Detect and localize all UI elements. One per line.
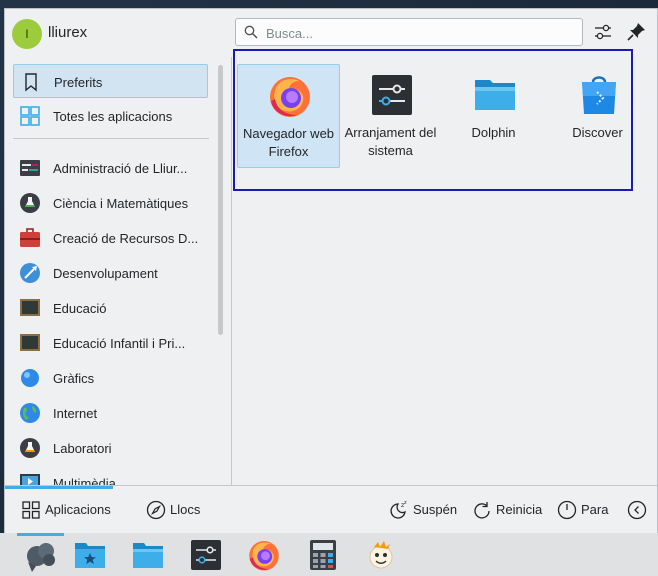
favorite-system-settings[interactable]: Arranjament del sistema: [340, 64, 443, 168]
folder-icon: [475, 80, 515, 110]
favorite-label: Arranjament del sistema: [344, 125, 437, 158]
chevron-left-icon: [627, 500, 647, 520]
search-input[interactable]: [264, 21, 568, 45]
lab-icon: [20, 438, 40, 458]
more-options-button[interactable]: [627, 498, 649, 522]
power-icon: [557, 500, 577, 520]
toolbox-icon: [20, 228, 40, 247]
lliurex-launcher-icon: [27, 543, 55, 572]
sidebar-item-internet[interactable]: Internet: [13, 396, 208, 430]
active-task-indicator: [17, 533, 64, 536]
taskbar-mascot-app[interactable]: [364, 538, 398, 572]
chalkboard-icon: [20, 334, 40, 351]
globe-icon: [20, 403, 40, 423]
taskbar-system-settings[interactable]: [189, 538, 223, 572]
sidebar-separator: [13, 138, 209, 139]
favorites-grid: Navegador web Firefox Arranjament del si…: [233, 49, 637, 197]
sidebar-item-ciencia[interactable]: Ciència i Matemàtiques: [13, 186, 208, 220]
taskbar: [0, 533, 658, 576]
pin-button[interactable]: [624, 20, 648, 44]
sidebar-item-preferits[interactable]: Preferits: [13, 64, 208, 98]
sidebar-item-creacio[interactable]: Creació de Recursos D...: [13, 221, 208, 255]
firefox-icon: [249, 540, 279, 571]
sidebar-item-label: Desenvolupament: [53, 266, 158, 281]
category-sidebar: Preferits Totes les aplicacions Administ…: [5, 57, 227, 485]
calculator-icon: [310, 540, 336, 570]
sidebar-item-multimedia[interactable]: Multimèdia: [13, 466, 208, 485]
grid-apps-icon: [22, 501, 40, 519]
files-folder-icon: [133, 543, 163, 568]
tab-places-label: Llocs: [170, 502, 201, 517]
taskbar-favorites-folder[interactable]: [73, 538, 107, 572]
launcher-footer: Aplicacions Llocs z z Suspén Reinicia Pa…: [5, 485, 657, 534]
taskbar-launcher[interactable]: [24, 538, 58, 572]
chalkboard-icon: [20, 299, 40, 316]
taskbar-firefox[interactable]: [247, 538, 281, 572]
sidebar-item-label: Preferits: [54, 75, 103, 90]
sidebar-item-label: Laboratori: [53, 441, 112, 456]
tab-places[interactable]: Llocs: [146, 498, 211, 522]
favorite-label: Navegador web Firefox: [242, 126, 335, 159]
sidebar-item-label: Educació: [53, 301, 107, 316]
sidebar-item-label: Internet: [53, 406, 98, 421]
restart-icon: [474, 502, 490, 519]
mascot-icon: [369, 541, 393, 569]
user-avatar[interactable]: l: [12, 19, 42, 49]
sidebar-item-administracio[interactable]: Administració de Lliur...: [13, 151, 208, 185]
sidebar-scrollbar[interactable]: [218, 65, 223, 335]
sidebar-item-label: Ciència i Matemàtiques: [53, 196, 189, 211]
taskbar-calculator[interactable]: [306, 538, 340, 572]
shutdown-button[interactable]: Para: [557, 498, 611, 522]
suspend-button[interactable]: z z Suspén: [389, 498, 461, 522]
compass-icon: [146, 500, 166, 520]
username-label: lliurex: [48, 24, 88, 41]
favorite-discover[interactable]: Discover: [547, 64, 650, 168]
multimedia-icon: [20, 474, 40, 485]
sidebar-item-label: Creació de Recursos D...: [53, 231, 199, 246]
favorites-folder-icon: [75, 543, 105, 568]
restart-button[interactable]: Reinicia: [472, 498, 546, 522]
search-icon: [244, 25, 258, 39]
sidebar-item-laboratori[interactable]: Laboratori: [13, 431, 208, 465]
suspend-label: Suspén: [413, 502, 458, 517]
sidebar-item-label: Administració de Lliur...: [53, 161, 188, 176]
sidebar-item-grafics[interactable]: Gràfics: [13, 361, 208, 395]
sidebar-item-educacio-infantil[interactable]: Educació Infantil i Pri...: [13, 326, 208, 360]
flask-icon: [20, 193, 40, 213]
favorite-dolphin[interactable]: Dolphin: [443, 64, 546, 168]
pin-icon: [627, 23, 645, 41]
svg-text:z: z: [404, 500, 407, 506]
sidebar-item-label: Multimèdia: [53, 476, 116, 485]
favorite-label: Discover: [572, 125, 623, 140]
restart-label: Reinicia: [496, 502, 543, 517]
sidebar-item-educacio[interactable]: Educació: [13, 291, 208, 325]
configure-button[interactable]: [591, 20, 615, 44]
active-tab-indicator: [5, 486, 113, 489]
suspend-moon-icon: z z: [390, 500, 407, 519]
sidebar-item-label: Gràfics: [53, 371, 95, 386]
sidebar-item-label: Totes les aplicacions: [53, 109, 173, 124]
bookmark-icon: [25, 73, 37, 92]
firefox-icon: [270, 77, 310, 117]
sidebar-item-all-apps[interactable]: Totes les aplicacions: [13, 99, 208, 133]
discover-icon: [582, 76, 616, 114]
configure-icon: [595, 24, 611, 40]
system-settings-icon: [372, 75, 412, 115]
taskbar-files[interactable]: [131, 538, 165, 572]
application-launcher: l lliurex Busca... Preferits Totes les a…: [4, 8, 658, 535]
favorite-label: Dolphin: [471, 125, 516, 140]
development-icon: [20, 263, 40, 283]
sidebar-item-label: Educació Infantil i Pri...: [53, 336, 186, 351]
graphics-icon: [21, 369, 39, 387]
admin-icon: [20, 160, 40, 176]
system-settings-icon: [191, 540, 221, 570]
tab-applications[interactable]: Aplicacions: [21, 498, 121, 522]
panel-separator: [231, 57, 232, 485]
sidebar-item-desenvolupament[interactable]: Desenvolupament: [13, 256, 208, 290]
grid-apps-icon: [20, 106, 40, 126]
favorite-firefox[interactable]: Navegador web Firefox: [237, 64, 340, 168]
tab-applications-label: Aplicacions: [45, 502, 111, 517]
shutdown-label: Para: [581, 502, 609, 517]
search-field[interactable]: [235, 18, 583, 46]
